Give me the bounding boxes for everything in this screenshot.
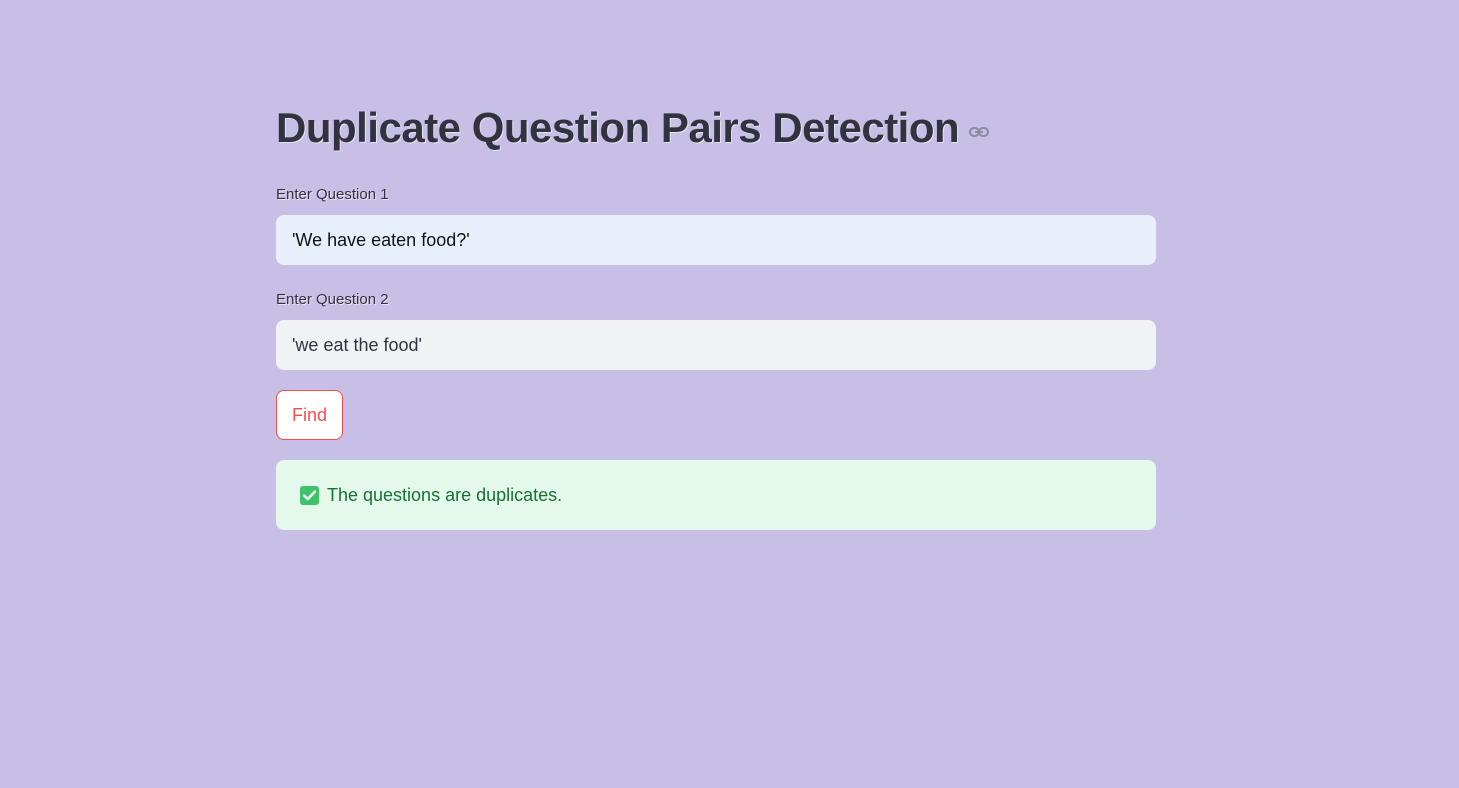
page-title: Duplicate Question Pairs Detection	[276, 104, 960, 151]
link-icon[interactable]	[969, 126, 990, 138]
question2-input[interactable]	[276, 320, 1156, 370]
find-button[interactable]: Find	[276, 390, 344, 440]
question1-input[interactable]	[276, 215, 1156, 265]
question1-label: Enter Question 1	[276, 186, 389, 203]
result-message: The questions are duplicates.	[327, 484, 563, 505]
success-alert: The questions are duplicates.	[276, 460, 1156, 530]
check-icon	[300, 485, 319, 505]
title-row: Duplicate Question Pairs Detection	[276, 104, 990, 152]
question2-label: Enter Question 2	[276, 291, 389, 308]
